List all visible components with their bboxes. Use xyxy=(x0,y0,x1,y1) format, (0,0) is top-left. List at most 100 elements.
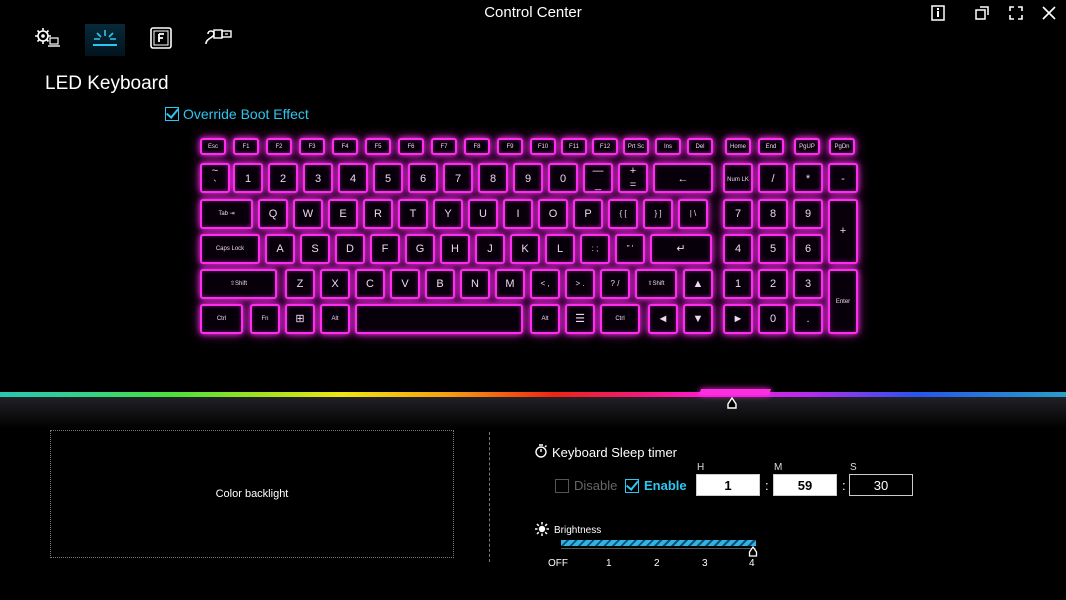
key[interactable]: Z xyxy=(285,269,315,299)
key[interactable]: Home xyxy=(725,138,751,155)
key[interactable]: Q xyxy=(258,199,288,229)
key[interactable]: 4 xyxy=(723,234,753,264)
key[interactable]: | \ xyxy=(678,199,708,229)
key[interactable]: ? / xyxy=(600,269,630,299)
key[interactable]: Del xyxy=(687,138,713,155)
key[interactable]: O xyxy=(538,199,568,229)
key[interactable] xyxy=(355,304,523,334)
key[interactable]: Ins xyxy=(655,138,681,155)
key[interactable]: { [ xyxy=(608,199,638,229)
info-icon[interactable] xyxy=(927,2,949,24)
key[interactable]: U xyxy=(468,199,498,229)
maximize-icon[interactable] xyxy=(1005,2,1027,24)
disable-option[interactable]: Disable xyxy=(555,478,617,493)
key[interactable]: 4 xyxy=(338,163,368,193)
key[interactable]: F6 xyxy=(398,138,424,155)
tab-fn-keys[interactable] xyxy=(141,24,181,56)
key[interactable]: 8 xyxy=(758,199,788,229)
key[interactable]: ⇧Shift xyxy=(200,269,277,299)
key[interactable]: 1 xyxy=(723,269,753,299)
key[interactable]: 0 xyxy=(758,304,788,334)
disable-checkbox[interactable] xyxy=(555,478,569,493)
key[interactable]: " ' xyxy=(615,234,645,264)
enable-option[interactable]: Enable xyxy=(625,478,687,493)
key[interactable]: Alt xyxy=(530,304,560,334)
key[interactable]: G xyxy=(405,234,435,264)
key[interactable]: Caps Lock xyxy=(200,234,260,264)
checkbox-box[interactable] xyxy=(165,107,179,121)
key[interactable]: K xyxy=(510,234,540,264)
key[interactable]: 8 xyxy=(478,163,508,193)
key[interactable]: X xyxy=(320,269,350,299)
key[interactable]: Enter xyxy=(828,269,858,334)
key[interactable]: M xyxy=(495,269,525,299)
key[interactable]: J xyxy=(475,234,505,264)
key[interactable]: 2 xyxy=(758,269,788,299)
key[interactable]: S xyxy=(300,234,330,264)
tab-usb[interactable] xyxy=(198,24,238,56)
key[interactable]: PgDn xyxy=(829,138,855,155)
key[interactable]: + xyxy=(828,199,858,264)
key[interactable]: < , xyxy=(530,269,560,299)
tab-system[interactable] xyxy=(27,24,67,56)
key[interactable]: 2 xyxy=(268,163,298,193)
key[interactable]: ↵ xyxy=(650,234,712,264)
color-spectrum-bar[interactable] xyxy=(0,392,1066,397)
key[interactable]: Tab ⇥ xyxy=(200,199,253,229)
key[interactable]: L xyxy=(545,234,575,264)
key[interactable]: A xyxy=(265,234,295,264)
key[interactable]: - xyxy=(828,163,858,193)
seconds-input[interactable] xyxy=(849,474,913,496)
color-backlight-panel[interactable]: Color backlight xyxy=(50,430,454,558)
key[interactable]: 7 xyxy=(443,163,473,193)
key[interactable]: 3 xyxy=(793,269,823,299)
key[interactable]: F8 xyxy=(464,138,490,155)
key[interactable]: + = xyxy=(618,163,648,193)
key[interactable]: 7 xyxy=(723,199,753,229)
enable-checkbox[interactable] xyxy=(625,478,639,493)
key[interactable]: F2 xyxy=(266,138,292,155)
key[interactable]: End xyxy=(758,138,784,155)
key[interactable]: F xyxy=(370,234,400,264)
key[interactable]: Num LK xyxy=(723,163,753,193)
brightness-slider[interactable] xyxy=(561,540,756,549)
key[interactable]: — _ xyxy=(583,163,613,193)
key[interactable]: 6 xyxy=(408,163,438,193)
key[interactable]: 5 xyxy=(758,234,788,264)
key[interactable]: Ctrl xyxy=(600,304,640,334)
key[interactable]: Alt xyxy=(320,304,350,334)
key[interactable]: F11 xyxy=(561,138,587,155)
selected-color-segment[interactable] xyxy=(698,389,772,395)
key[interactable]: / xyxy=(758,163,788,193)
key[interactable]: F5 xyxy=(365,138,391,155)
key[interactable]: D xyxy=(335,234,365,264)
key[interactable]: Y xyxy=(433,199,463,229)
key[interactable]: Fn xyxy=(250,304,280,334)
key[interactable]: > . xyxy=(565,269,595,299)
key[interactable]: PgUP xyxy=(794,138,820,155)
key[interactable]: F3 xyxy=(299,138,325,155)
key[interactable]: 3 xyxy=(303,163,333,193)
key[interactable]: ← xyxy=(653,163,713,193)
key[interactable]: 1 xyxy=(233,163,263,193)
key[interactable]: N xyxy=(460,269,490,299)
key[interactable]: ▲ xyxy=(683,269,713,299)
override-boot-effect-checkbox[interactable]: Override Boot Effect xyxy=(165,106,309,122)
key[interactable]: } ] xyxy=(643,199,673,229)
key[interactable]: Ctrl xyxy=(200,304,243,334)
minutes-input[interactable] xyxy=(773,474,837,496)
key[interactable]: ☰ xyxy=(565,304,595,334)
key[interactable]: ► xyxy=(723,304,753,334)
key[interactable]: H xyxy=(440,234,470,264)
key[interactable]: C xyxy=(355,269,385,299)
key[interactable]: F4 xyxy=(332,138,358,155)
hours-input[interactable] xyxy=(696,474,760,496)
color-slider-handle-icon[interactable] xyxy=(726,396,738,414)
key[interactable]: F7 xyxy=(431,138,457,155)
key[interactable]: F10 xyxy=(530,138,556,155)
key[interactable]: T xyxy=(398,199,428,229)
key[interactable]: B xyxy=(425,269,455,299)
key[interactable]: ~ ` xyxy=(200,163,230,193)
key[interactable]: 5 xyxy=(373,163,403,193)
key[interactable]: W xyxy=(293,199,323,229)
